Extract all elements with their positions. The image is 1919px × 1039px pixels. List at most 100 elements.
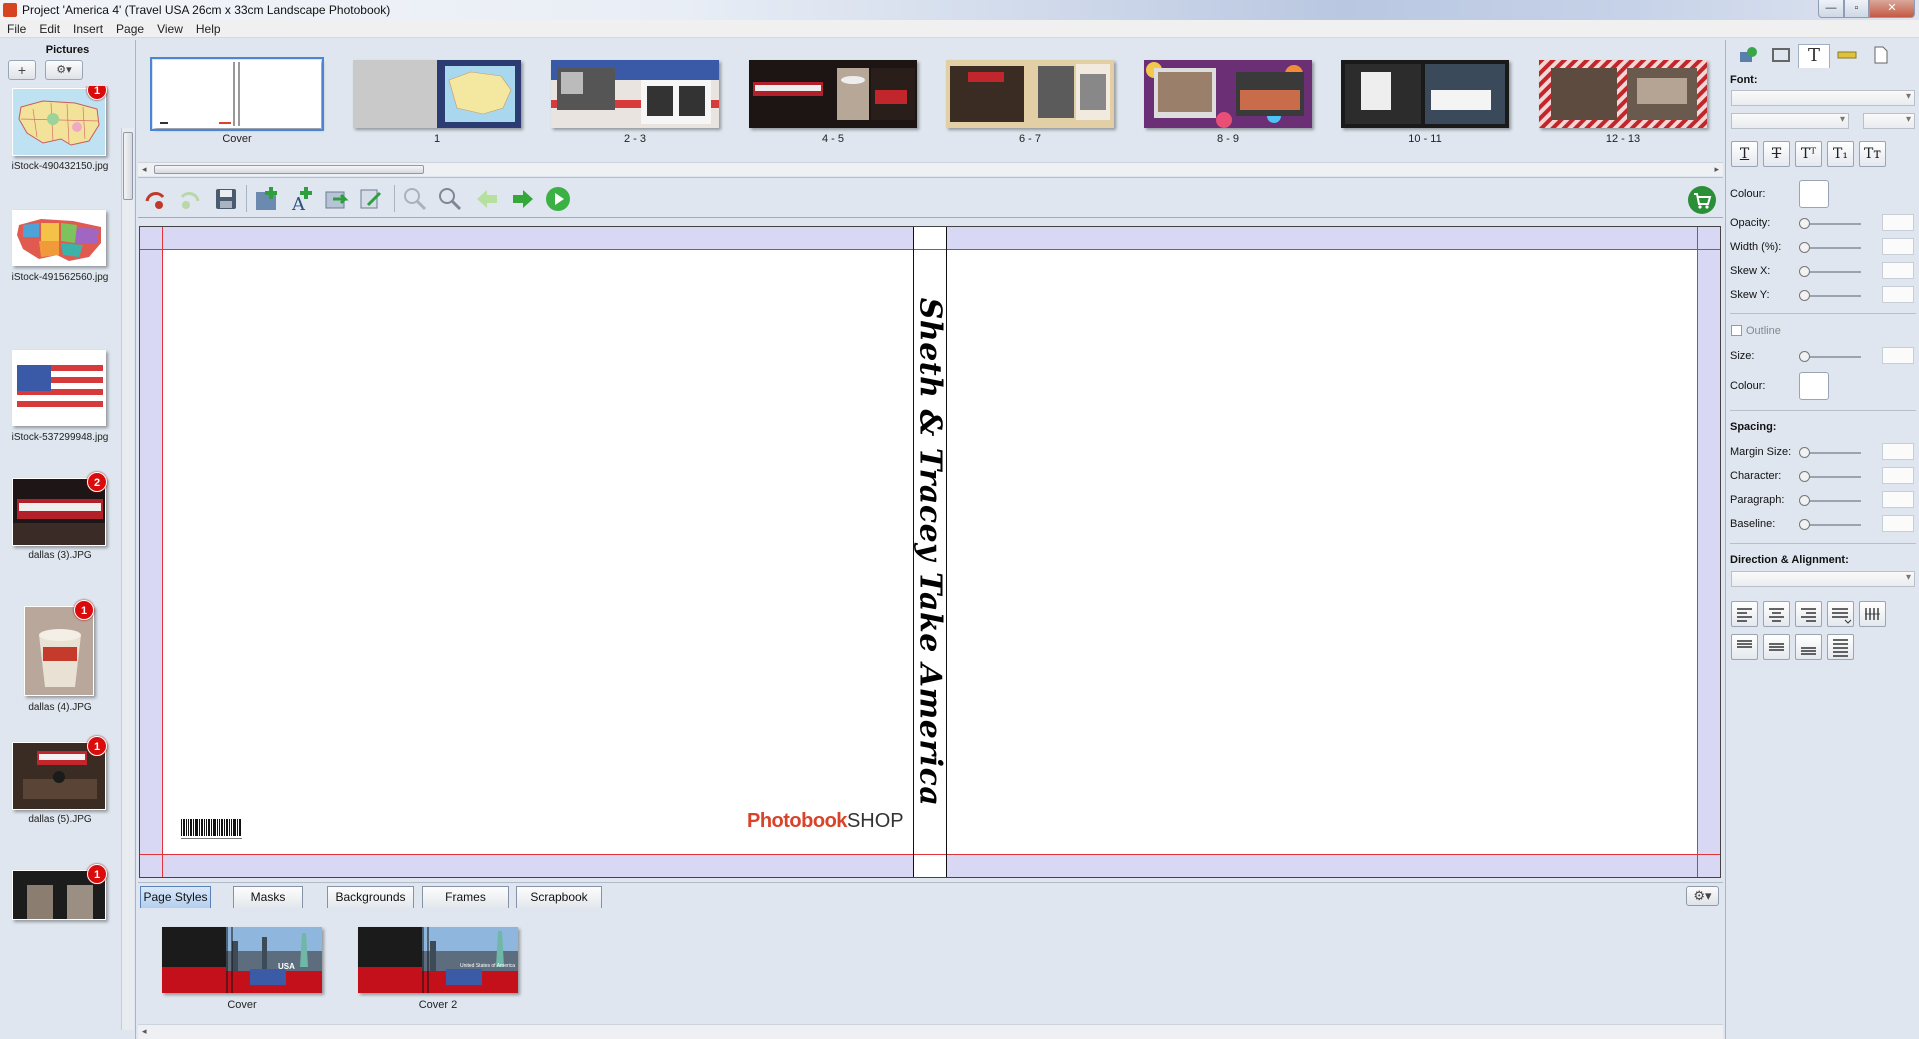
scroll-left-icon[interactable]: ◂ [142, 164, 147, 175]
font-size-dropdown[interactable] [1863, 113, 1915, 129]
add-page-icon[interactable] [253, 185, 281, 213]
slider-knob[interactable] [1799, 290, 1810, 301]
tab-page[interactable] [1864, 44, 1896, 68]
smallcaps-button[interactable]: Tт [1859, 141, 1886, 167]
font-style-dropdown[interactable] [1731, 113, 1849, 129]
menu-view[interactable]: View [150, 20, 189, 36]
play-preview-icon[interactable] [544, 185, 572, 213]
save-icon[interactable] [212, 185, 240, 213]
import-icon[interactable] [323, 185, 351, 213]
character-value-box[interactable] [1882, 467, 1914, 484]
list-item[interactable]: iStock-491562560.jpg [0, 210, 120, 310]
paragraph-slider[interactable] [1799, 495, 1861, 506]
page-style-cover[interactable]: USA [162, 927, 322, 993]
minimize-button[interactable]: — [1818, 0, 1844, 18]
list-item[interactable]: 1 dallas (4).JPG [0, 600, 120, 713]
pictures-scrollbar[interactable] [121, 128, 134, 1030]
scrollbar-thumb[interactable] [123, 132, 133, 200]
slider-knob[interactable] [1799, 495, 1810, 506]
page-thumb-12-13[interactable] [1539, 60, 1707, 128]
add-text-icon[interactable]: A [288, 185, 316, 215]
page-thumb-4-5[interactable] [749, 60, 917, 128]
text-colour-swatch[interactable] [1799, 180, 1829, 208]
page-style-cover-2[interactable]: United States of America [358, 927, 518, 993]
tab-shapes[interactable] [1732, 44, 1764, 68]
skew-x-value-box[interactable] [1882, 262, 1914, 279]
page-thumb-8-9[interactable] [1144, 60, 1312, 128]
valign-middle-button[interactable] [1763, 634, 1790, 660]
menu-help[interactable]: Help [189, 20, 227, 36]
align-center-button[interactable] [1763, 601, 1790, 627]
scroll-right-icon[interactable]: ▸ [1714, 164, 1719, 175]
list-item[interactable]: 2 dallas (3).JPG [0, 472, 120, 578]
opacity-value-box[interactable] [1882, 214, 1914, 231]
width-slider[interactable] [1799, 242, 1861, 253]
width-value-box[interactable] [1882, 238, 1914, 255]
page-strip-scrollbar[interactable]: ◂ ▸ [138, 162, 1723, 176]
superscript-button[interactable]: Tᵀ [1795, 141, 1822, 167]
previous-page-icon[interactable] [473, 185, 501, 213]
align-justify-dropdown-button[interactable] [1827, 601, 1854, 627]
page-styles-scrollbar[interactable]: ◂ [138, 1024, 1723, 1039]
align-left-button[interactable] [1731, 601, 1758, 627]
margin-size-value-box[interactable] [1882, 443, 1914, 460]
pictures-list[interactable]: 1 iStock-490432150.jpg iStock-491562560.… [0, 86, 120, 986]
pictures-settings-button[interactable]: ⚙▾ [45, 60, 83, 80]
underline-button[interactable]: T [1731, 141, 1758, 167]
undo-icon[interactable] [141, 185, 169, 213]
paragraph-value-box[interactable] [1882, 491, 1914, 508]
margin-size-slider[interactable] [1799, 447, 1861, 458]
menu-edit[interactable]: Edit [32, 20, 66, 36]
text-direction-dropdown[interactable] [1731, 571, 1915, 587]
cover-spread[interactable]: Sheth & Tracey Take America PhotobookSHO… [139, 226, 1721, 878]
outline-checkbox[interactable] [1731, 325, 1742, 336]
tab-masks[interactable]: Masks [233, 886, 303, 908]
export-icon[interactable] [358, 185, 386, 213]
page-thumb-6-7[interactable] [946, 60, 1114, 128]
zoom-in-icon[interactable] [436, 185, 464, 213]
picture-thumbnail[interactable] [12, 210, 106, 266]
font-family-dropdown[interactable] [1731, 90, 1915, 106]
zoom-out-icon[interactable] [401, 185, 429, 213]
library-settings-button[interactable]: ⚙▾ [1686, 886, 1719, 906]
character-slider[interactable] [1799, 471, 1861, 482]
baseline-value-box[interactable] [1882, 515, 1914, 532]
tab-frame[interactable] [1765, 44, 1797, 68]
slider-knob[interactable] [1799, 351, 1810, 362]
tab-page-styles[interactable]: Page Styles [140, 886, 211, 908]
skew-y-slider[interactable] [1799, 290, 1861, 301]
add-picture-button[interactable]: + [8, 60, 36, 80]
baseline-slider[interactable] [1799, 519, 1861, 530]
opacity-slider[interactable] [1799, 218, 1861, 229]
page-thumb-1[interactable] [353, 60, 521, 128]
close-button[interactable]: ✕ [1869, 0, 1915, 18]
skew-x-slider[interactable] [1799, 266, 1861, 277]
align-right-button[interactable] [1795, 601, 1822, 627]
outline-size-slider[interactable] [1799, 351, 1861, 362]
spine-title-text[interactable]: Sheth & Tracey Take America [913, 298, 948, 807]
maximize-button[interactable]: ▫ [1844, 0, 1869, 18]
list-item[interactable]: 1 [0, 864, 120, 970]
menu-file[interactable]: File [0, 20, 32, 36]
columns-button[interactable] [1859, 601, 1886, 627]
valign-top-button[interactable] [1731, 634, 1758, 660]
tab-ruler[interactable] [1831, 44, 1863, 68]
strikethrough-button[interactable]: T [1763, 141, 1790, 167]
page-thumb-cover[interactable] [150, 57, 324, 131]
page-thumb-2-3[interactable] [551, 60, 719, 128]
tab-backgrounds[interactable]: Backgrounds [327, 886, 414, 908]
redo-icon[interactable] [176, 185, 204, 213]
list-item[interactable]: 1 dallas (5).JPG [0, 736, 120, 842]
valign-justify-button[interactable] [1827, 634, 1854, 660]
scroll-left-icon[interactable]: ◂ [142, 1026, 147, 1037]
page-thumb-10-11[interactable] [1341, 60, 1509, 128]
slider-knob[interactable] [1799, 218, 1810, 229]
list-item[interactable]: iStock-537299948.jpg [0, 350, 120, 450]
cart-icon[interactable] [1687, 185, 1716, 214]
tab-scrapbook[interactable]: Scrapbook [516, 886, 602, 908]
slider-knob[interactable] [1799, 471, 1810, 482]
outline-colour-swatch[interactable] [1799, 372, 1829, 400]
skew-y-value-box[interactable] [1882, 286, 1914, 303]
subscript-button[interactable]: T₁ [1827, 141, 1854, 167]
tab-text[interactable]: T [1798, 44, 1830, 68]
